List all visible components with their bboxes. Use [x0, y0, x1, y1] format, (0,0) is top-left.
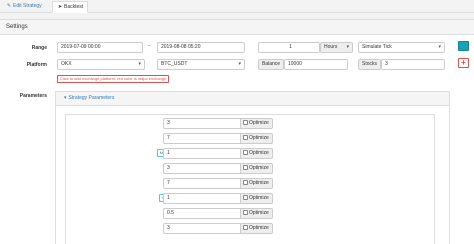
balance-input[interactable]: 10000 — [284, 59, 348, 70]
tab-bar: ✎ Edit Strategy ➤ Backtest — [0, 0, 474, 13]
parameters-label: Parameters — [19, 93, 47, 99]
strategy-parameters-box: ▾Strategy Parameters Market entry fast p… — [55, 91, 450, 244]
param-row: Market entry slow period 7 Optimize — [66, 133, 436, 144]
param-row: Position ratio 0.5 Optimize — [66, 208, 436, 219]
optimize-label: Optimize — [249, 180, 269, 186]
param-row: Market exit slow period 7 Optimize — [66, 178, 436, 189]
checkbox-icon[interactable] — [243, 150, 248, 155]
mode-select[interactable]: Simulate Tick ▾ — [358, 42, 445, 53]
mode-value: Simulate Tick — [362, 44, 392, 50]
exchange-hint[interactable]: Click to add exchange platform; red colo… — [57, 75, 170, 83]
rocket-icon: ➤ — [57, 4, 63, 10]
balance-label: Balance — [258, 59, 284, 70]
settings-panel: Settings Range 2019-07-09 00:00 - 2019-0… — [0, 19, 474, 244]
tab-edit-strategy[interactable]: ✎ Edit Strategy — [2, 1, 46, 13]
checkbox-icon[interactable] — [243, 120, 248, 125]
checkbox-icon[interactable] — [243, 210, 248, 215]
chevron-down-icon: ▾ — [438, 44, 441, 50]
param-value-input[interactable]: 0.5 — [163, 208, 241, 219]
checkbox-icon[interactable] — [243, 195, 248, 200]
param-value-input[interactable]: 3 — [163, 223, 241, 234]
strategy-parameters-title: Strategy Parameters — [68, 95, 115, 101]
platform-label: Platform — [26, 62, 47, 68]
strategy-parameters-header[interactable]: ▾ Strategy Parameters — [56, 92, 449, 106]
param-value-input[interactable]: 7 — [163, 178, 241, 189]
param-row: Rotation period 3 Optimize — [66, 223, 436, 234]
checkbox-icon[interactable] — [243, 165, 248, 170]
tab-backtest-label: Backtest — [64, 4, 84, 10]
param-value-input[interactable]: 1 — [163, 193, 241, 204]
range-start-input[interactable]: 2019-07-09 00:00 — [57, 42, 143, 53]
stocks-label: Stocks — [358, 59, 381, 70]
tab-edit-strategy-label: Edit Strategy — [13, 3, 42, 9]
optimize-label: Optimize — [249, 225, 269, 231]
optimize-label: Optimize — [249, 195, 269, 201]
period-unit-value: Hours — [324, 44, 338, 50]
optimize-toggle[interactable]: Optimize — [241, 223, 273, 234]
period-unit-select[interactable]: Hours ▾ — [320, 42, 353, 53]
optimize-label: Optimize — [249, 210, 269, 216]
run-backtest-button[interactable] — [458, 41, 469, 51]
stocks-input[interactable]: 3 — [381, 59, 445, 70]
chevron-down-icon: ▾ — [64, 95, 67, 101]
range-end-input[interactable]: 2019-08-08 05:20 — [157, 42, 245, 53]
param-value-input[interactable]: 7 — [163, 133, 241, 144]
checkbox-icon[interactable] — [243, 180, 248, 185]
optimize-toggle[interactable]: Optimize — [241, 193, 273, 204]
param-row: Market entry fast period 3 Optimize — [66, 118, 436, 129]
optimize-label: Optimize — [249, 135, 269, 141]
parameter-list: Market entry fast period 3 Optimize Mark… — [65, 114, 435, 244]
checkbox-icon[interactable] — [243, 135, 248, 140]
optimize-toggle[interactable]: Optimize — [241, 178, 273, 189]
optimize-toggle[interactable]: Optimize — [241, 208, 273, 219]
chevron-down-icon: ▾ — [346, 44, 349, 50]
exchange-select[interactable]: OKX ▾ — [57, 59, 145, 70]
period-value-input[interactable]: 1 — [258, 42, 320, 53]
param-row: Market exit observation period 1 Optimiz… — [66, 193, 436, 204]
checkbox-icon[interactable] — [243, 225, 248, 230]
exchange-value: OKX — [61, 61, 72, 67]
param-row: Market entry observation period 1 Optimi… — [66, 148, 436, 159]
optimize-toggle[interactable]: Optimize — [241, 118, 273, 129]
add-exchange-button[interactable]: + — [458, 58, 469, 68]
chevron-down-icon: ▾ — [238, 61, 241, 67]
optimize-label: Optimize — [249, 165, 269, 171]
param-value-input[interactable]: 3 — [163, 163, 241, 174]
tab-backtest[interactable]: ➤ Backtest — [52, 1, 89, 13]
optimize-label: Optimize — [249, 150, 269, 156]
optimize-toggle[interactable]: Optimize — [241, 163, 273, 174]
range-separator: - — [148, 43, 150, 49]
param-value-input[interactable]: 1 — [163, 148, 241, 159]
param-row: Market exit fast period 3 Optimize — [66, 163, 436, 174]
pair-value: BTC_USDT — [161, 61, 188, 67]
settings-title: Settings — [0, 20, 474, 35]
chevron-down-icon: ▾ — [138, 61, 141, 67]
code-icon: ✎ — [6, 3, 12, 9]
pair-select[interactable]: BTC_USDT ▾ — [157, 59, 245, 70]
range-label: Range — [31, 45, 47, 51]
optimize-toggle[interactable]: Optimize — [241, 133, 273, 144]
optimize-label: Optimize — [249, 120, 269, 126]
param-value-input[interactable]: 3 — [163, 118, 241, 129]
optimize-toggle[interactable]: Optimize — [241, 148, 273, 159]
